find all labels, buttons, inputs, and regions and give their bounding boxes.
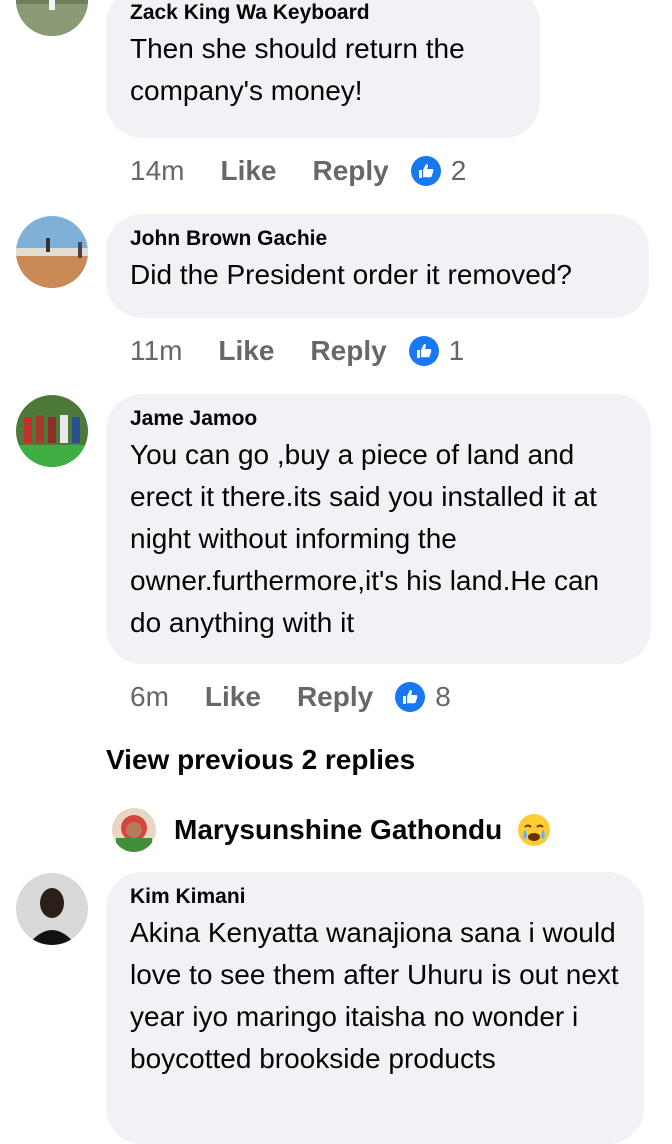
comment-author[interactable]: Jame Jamoo xyxy=(130,406,627,432)
thumbs-up-icon[interactable] xyxy=(410,156,441,186)
comment-text: You can go ,buy a piece of land and erec… xyxy=(130,439,600,638)
comment-text: Did the President order it removed? xyxy=(130,259,572,290)
thumbs-up-icon[interactable] xyxy=(395,682,426,712)
reply-button[interactable]: Reply xyxy=(297,681,373,713)
reaction-count[interactable]: 8 xyxy=(435,681,451,713)
reply-button[interactable]: Reply xyxy=(313,155,389,187)
comment-author[interactable]: Zack King Wa Keyboard xyxy=(130,0,516,26)
comment-actions: 6m Like Reply 8 xyxy=(130,677,451,717)
comment-text: Akina Kenyatta wanajiona sana i would lo… xyxy=(130,917,619,1074)
comment-bubble: Jame Jamoo You can go ,buy a piece of la… xyxy=(106,394,651,664)
reply-author-name[interactable]: Marysunshine Gathondu xyxy=(174,814,502,846)
avatar-photo-icon xyxy=(16,0,88,36)
crying-face-emoji-icon xyxy=(518,814,551,846)
avatar-photo-icon xyxy=(16,216,88,288)
comment-bubble: Zack King Wa Keyboard Then she should re… xyxy=(106,0,540,138)
comment-actions: 14m Like Reply 2 xyxy=(130,151,466,191)
avatar[interactable] xyxy=(16,395,88,467)
comment-time[interactable]: 11m xyxy=(130,335,182,367)
like-button[interactable]: Like xyxy=(220,155,276,187)
comment-text: Then she should return the company's mon… xyxy=(130,33,465,106)
view-previous-replies-link[interactable]: View previous 2 replies xyxy=(106,744,415,776)
avatar[interactable] xyxy=(16,216,88,288)
like-button[interactable]: Like xyxy=(218,335,274,367)
reply-author-row: Marysunshine Gathondu xyxy=(112,806,552,854)
reply-button[interactable]: Reply xyxy=(310,335,386,367)
reaction-count[interactable]: 2 xyxy=(451,155,467,187)
comment-bubble: John Brown Gachie Did the President orde… xyxy=(106,214,649,318)
reaction-count[interactable]: 1 xyxy=(449,335,465,367)
comment-time[interactable]: 6m xyxy=(130,681,169,713)
avatar[interactable] xyxy=(16,873,88,945)
avatar[interactable] xyxy=(16,0,88,36)
comment-author[interactable]: John Brown Gachie xyxy=(130,226,625,252)
comment-actions: 11m Like Reply 1 xyxy=(130,331,464,371)
avatar[interactable] xyxy=(112,808,156,852)
like-button[interactable]: Like xyxy=(205,681,261,713)
comment-time[interactable]: 14m xyxy=(130,155,184,187)
thumbs-up-icon[interactable] xyxy=(408,336,439,366)
avatar-photo-icon xyxy=(16,873,88,945)
avatar-photo-icon xyxy=(112,808,156,852)
avatar-photo-icon xyxy=(16,395,88,467)
comment-bubble: Kim Kimani Akina Kenyatta wanajiona sana… xyxy=(106,872,644,1144)
comment-author[interactable]: Kim Kimani xyxy=(130,884,620,910)
